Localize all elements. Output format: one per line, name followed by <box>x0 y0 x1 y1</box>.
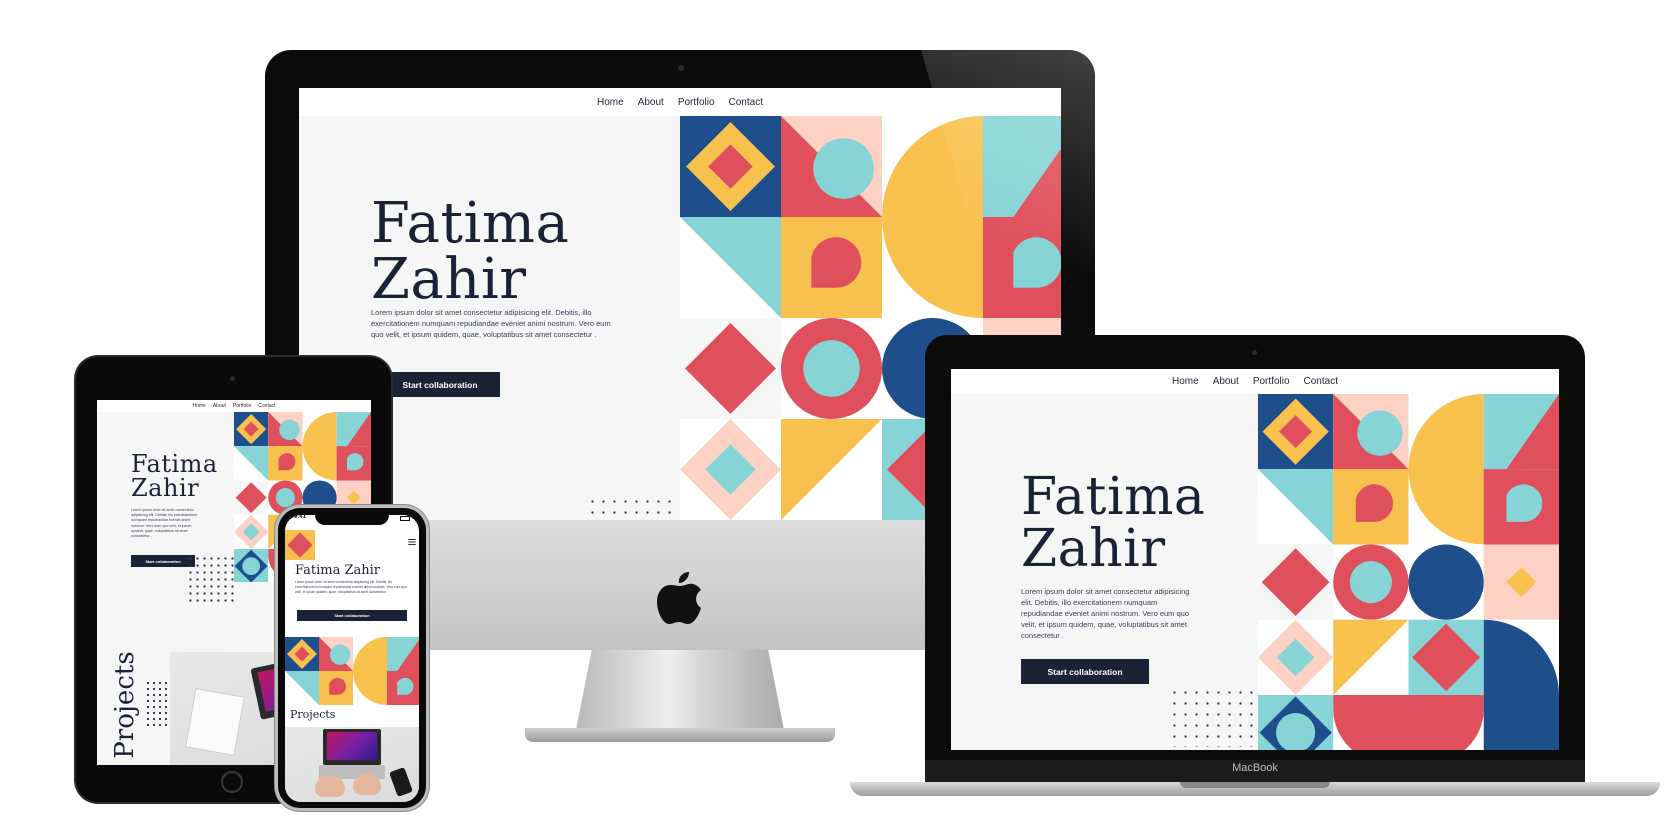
nav-contact[interactable]: Contact <box>258 403 275 409</box>
status-time: 9:41 <box>294 514 307 520</box>
hero-name: Fatima Zahir <box>371 196 569 308</box>
laptop-screen-image <box>327 732 377 760</box>
dot-grid <box>187 555 235 603</box>
hand-image <box>353 773 381 795</box>
imac-foot <box>525 728 835 742</box>
nav-about[interactable]: About <box>1213 376 1239 387</box>
start-collaboration-button[interactable]: Start collaboration <box>380 372 500 397</box>
hero-name: Fatima Zahir <box>131 452 218 500</box>
iphone-screen: Fatima Zahir Lorem ipsum dolor sit amet … <box>285 515 419 802</box>
nav-about[interactable]: About <box>213 403 226 409</box>
projects-heading: Projects <box>290 708 336 721</box>
iphone-notch <box>315 512 389 525</box>
imac-stand <box>575 650 785 735</box>
geometric-pattern <box>1258 394 1559 750</box>
hero-description: Lorem ipsum dolor sit amet consectetur a… <box>371 308 611 339</box>
hero-description: Lorem ipsum dolor sit amet consectetur a… <box>1021 587 1190 640</box>
hero-last-name: Zahir <box>1021 519 1166 579</box>
geometric-pattern <box>285 637 419 705</box>
hero-last-name: Zahir <box>371 247 527 312</box>
hero-first-name: Fatima <box>1021 467 1206 527</box>
nav-home[interactable]: Home <box>193 403 206 409</box>
hero-description: Lorem ipsum dolor sit amet consectetur a… <box>131 508 198 539</box>
notebook-image <box>185 688 245 756</box>
camera-icon <box>1252 350 1257 355</box>
nav-portfolio[interactable]: Portfolio <box>678 97 715 108</box>
nav-about[interactable]: About <box>638 97 664 108</box>
projects-heading: Projects <box>110 651 140 759</box>
apple-logo-icon <box>657 572 701 624</box>
nav-contact[interactable]: Contact <box>729 97 763 108</box>
nav-home[interactable]: Home <box>1172 376 1199 387</box>
nav-home[interactable]: Home <box>597 97 624 108</box>
nav-portfolio[interactable]: Portfolio <box>233 403 251 409</box>
hero-first-name: Fatima <box>371 191 570 256</box>
phone-image <box>389 767 413 797</box>
start-collaboration-button[interactable]: Start collaboration <box>131 555 195 567</box>
macbook-navbar: Home About Portfolio Contact <box>951 369 1559 394</box>
macbook-screen: Home About Portfolio Contact Fatima Zahi… <box>951 369 1559 750</box>
imac-navbar: Home About Portfolio Contact <box>299 88 1061 116</box>
hero-last-name: Zahir <box>131 474 200 502</box>
hand-image <box>315 775 345 797</box>
project-photo-laptop <box>285 727 419 802</box>
dot-grid <box>1169 687 1259 747</box>
ipad-navbar: Home About Portfolio Contact <box>97 400 371 412</box>
hero-name: Fatima Zahir <box>1021 471 1205 575</box>
battery-icon <box>400 516 410 521</box>
camera-icon <box>678 65 684 71</box>
start-collaboration-button[interactable]: Start collaboration <box>1021 659 1149 684</box>
geometric-pattern-top <box>285 530 315 560</box>
hero-first-name: Fatima <box>131 450 218 478</box>
hero-name: Fatima Zahir <box>295 563 381 578</box>
hamburger-menu-icon[interactable] <box>408 539 416 545</box>
nav-portfolio[interactable]: Portfolio <box>1253 376 1290 387</box>
macbook-brand-label: MacBook <box>1232 762 1278 774</box>
home-button-icon[interactable] <box>221 771 243 793</box>
camera-icon <box>230 376 235 381</box>
hero-description: Lorem ipsum dolor sit amet consectetur a… <box>295 580 407 594</box>
nav-contact[interactable]: Contact <box>1304 376 1338 387</box>
dot-grid <box>587 496 677 520</box>
macbook-notch <box>1180 782 1330 788</box>
start-collaboration-button[interactable]: Start collaboration <box>297 610 407 621</box>
